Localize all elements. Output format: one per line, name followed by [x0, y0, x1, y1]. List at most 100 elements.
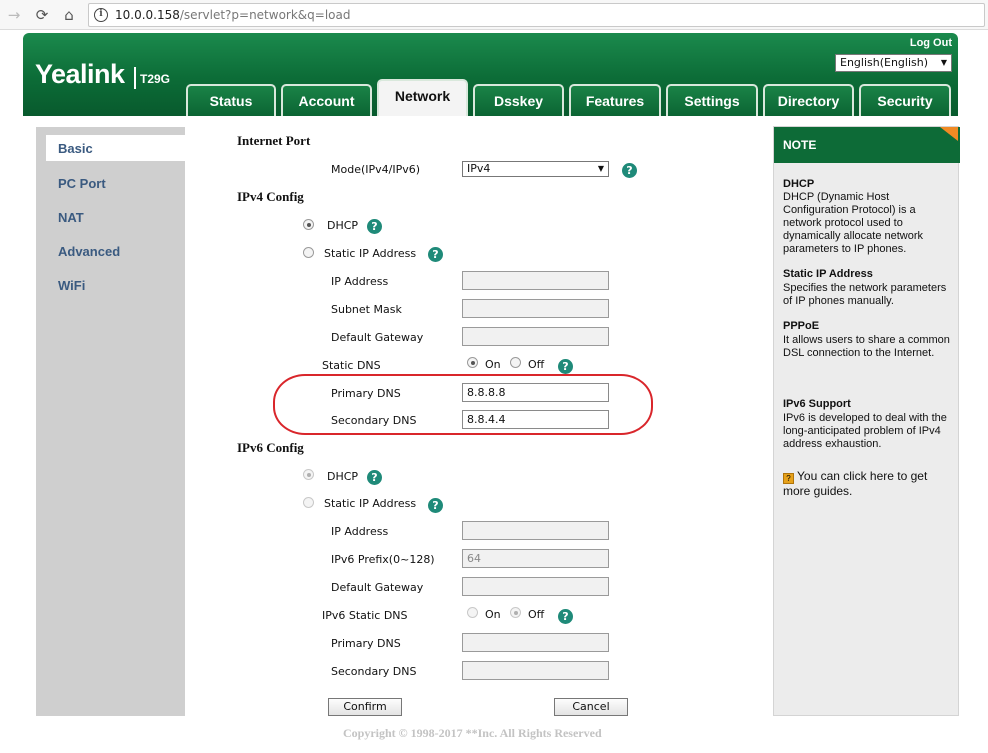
reload-icon[interactable]: ⟳	[32, 5, 52, 25]
tab-security[interactable]: Security	[859, 84, 951, 116]
confirm-button[interactable]: Confirm	[328, 698, 402, 716]
ipv4-subnet-field[interactable]	[462, 299, 609, 318]
ipv6-config-title: IPv6 Config	[237, 440, 304, 455]
ipv4-gateway-field[interactable]	[462, 327, 609, 346]
home-icon[interactable]: ⌂	[59, 5, 79, 25]
ipv6-dns-off-radio[interactable]	[510, 607, 521, 618]
tab-account[interactable]: Account	[281, 84, 372, 116]
sidebar-item-advanced[interactable]: Advanced	[58, 244, 120, 259]
ipv4-gateway-label: Default Gateway	[331, 331, 424, 344]
copyright-text: Copyright © 1998-2017 **Inc. All Rights …	[343, 726, 602, 740]
ipv6-ip-label: IP Address	[331, 525, 389, 538]
help-icon[interactable]: ?	[428, 247, 443, 262]
ipv4-static-dns-label: Static DNS	[322, 359, 381, 372]
ipv6-ip-field[interactable]	[462, 521, 609, 540]
tab-label: Directory	[777, 93, 840, 109]
tab-settings[interactable]: Settings	[666, 84, 758, 116]
url-host: 10.0.0.158	[115, 8, 180, 22]
mode-select[interactable]: IPv4 ▼	[462, 161, 609, 177]
logout-link[interactable]: Log Out	[910, 37, 952, 49]
help-icon[interactable]: ?	[558, 609, 573, 624]
ipv4-dhcp-radio[interactable]	[303, 219, 314, 230]
sidebar-item-pc-port[interactable]: PC Port	[58, 176, 106, 191]
ipv6-dns-on-radio[interactable]	[467, 607, 478, 618]
tab-directory[interactable]: Directory	[763, 84, 854, 116]
ipv6-dhcp-radio[interactable]	[303, 469, 314, 480]
ipv6-dhcp-label: DHCP	[327, 470, 359, 483]
note-panel: NOTE DHCP DHCP (Dynamic Host Configurati…	[773, 126, 960, 716]
ipv6-gateway-label: Default Gateway	[331, 581, 424, 594]
tab-label: Network	[394, 88, 451, 104]
ipv6-prefix-label: IPv6 Prefix(0~128)	[331, 553, 435, 566]
note-dhcp-text: DHCP (Dynamic Host Configuration Protoco…	[783, 191, 924, 255]
sidebar-item-nat[interactable]: NAT	[58, 210, 84, 225]
sidebar: Basic PC Port NAT Advanced WiFi	[36, 127, 196, 716]
ipv6-primary-dns-field[interactable]	[462, 633, 609, 652]
ipv4-dns-on-label: On	[485, 358, 501, 371]
ipv6-static-label: Static IP Address	[324, 497, 417, 510]
tab-label: Dsskey	[493, 93, 544, 109]
logo-divider	[134, 67, 136, 89]
ipv4-dns-on-radio[interactable]	[467, 357, 478, 368]
ipv4-dhcp-label: DHCP	[327, 219, 359, 232]
ipv4-subnet-label: Subnet Mask	[331, 303, 402, 316]
guide-book-icon: ?	[783, 473, 794, 484]
language-value: English(English)	[840, 56, 929, 69]
note-header: NOTE	[774, 127, 960, 163]
note-static-text: Specifies the network parameters of IP p…	[783, 282, 947, 307]
url-text[interactable]: 10.0.0.158/servlet?p=network&q=load	[115, 8, 350, 22]
ipv6-secondary-dns-label: Secondary DNS	[331, 665, 417, 678]
tab-label: Features	[585, 93, 645, 109]
note-ipv6-text: IPv6 is developed to deal with the long-…	[783, 412, 947, 450]
note-pppoe-text: It allows users to share a common DSL co…	[783, 334, 950, 359]
model-label: T29G	[140, 72, 171, 86]
dropdown-arrow-icon: ▼	[597, 164, 604, 173]
ipv6-dns-off-label: Off	[528, 608, 545, 621]
ipv4-ip-label: IP Address	[331, 275, 389, 288]
ipv6-prefix-field[interactable]: 64	[462, 549, 609, 568]
help-icon[interactable]: ?	[622, 163, 637, 178]
cancel-button[interactable]: Cancel	[554, 698, 628, 716]
ipv6-primary-dns-label: Primary DNS	[331, 637, 401, 650]
ipv6-static-radio[interactable]	[303, 497, 314, 508]
ipv6-gateway-field[interactable]	[462, 577, 609, 596]
internet-port-title: Internet Port	[237, 133, 311, 148]
help-icon[interactable]: ?	[367, 219, 382, 234]
back-arrow-icon[interactable]: →	[4, 5, 24, 25]
help-icon[interactable]: ?	[428, 498, 443, 513]
address-bar[interactable]: i 10.0.0.158/servlet?p=network&q=load	[88, 3, 985, 27]
tab-label: Status	[209, 93, 253, 109]
note-dhcp-title: DHCP	[783, 178, 815, 190]
dropdown-arrow-icon: ▼	[940, 58, 947, 67]
annotation-highlight-ellipse	[273, 374, 653, 435]
note-header-label: NOTE	[783, 138, 817, 152]
note-corner-flag	[940, 127, 958, 141]
sidebar-item-basic[interactable]: Basic	[58, 141, 93, 156]
tab-label: Security	[877, 93, 933, 109]
language-select[interactable]: English(English) ▼	[835, 54, 952, 72]
info-icon[interactable]: i	[94, 8, 108, 22]
app-header: Yealink T29G Log Out English(English) ▼ …	[23, 33, 958, 116]
tab-network[interactable]: Network	[377, 79, 468, 116]
help-icon[interactable]: ?	[367, 470, 382, 485]
ipv6-secondary-dns-field[interactable]	[462, 661, 609, 680]
ipv4-static-radio[interactable]	[303, 247, 314, 258]
ipv4-config-title: IPv4 Config	[237, 189, 304, 204]
url-path: /servlet?p=network&q=load	[179, 8, 351, 22]
ipv4-dns-off-radio[interactable]	[510, 357, 521, 368]
ipv6-dns-on-label: On	[485, 608, 501, 621]
note-static-title: Static IP Address	[783, 268, 873, 280]
tab-label: Account	[298, 93, 355, 109]
note-pppoe-title: PPPoE	[783, 320, 820, 332]
note-ipv6-title: IPv6 Support	[783, 398, 851, 410]
tab-status[interactable]: Status	[186, 84, 276, 116]
more-guides-link[interactable]: ? You can click here to get more guides.	[783, 469, 953, 499]
sidebar-item-wifi[interactable]: WiFi	[58, 278, 85, 293]
help-icon[interactable]: ?	[558, 359, 573, 374]
ipv4-ip-field[interactable]	[462, 271, 609, 290]
brand-logo: Yealink	[35, 59, 125, 89]
ipv6-static-dns-label: IPv6 Static DNS	[322, 609, 408, 622]
more-guides-text: You can click here to get more guides.	[783, 469, 928, 498]
tab-dsskey[interactable]: Dsskey	[473, 84, 564, 116]
tab-features[interactable]: Features	[569, 84, 661, 116]
